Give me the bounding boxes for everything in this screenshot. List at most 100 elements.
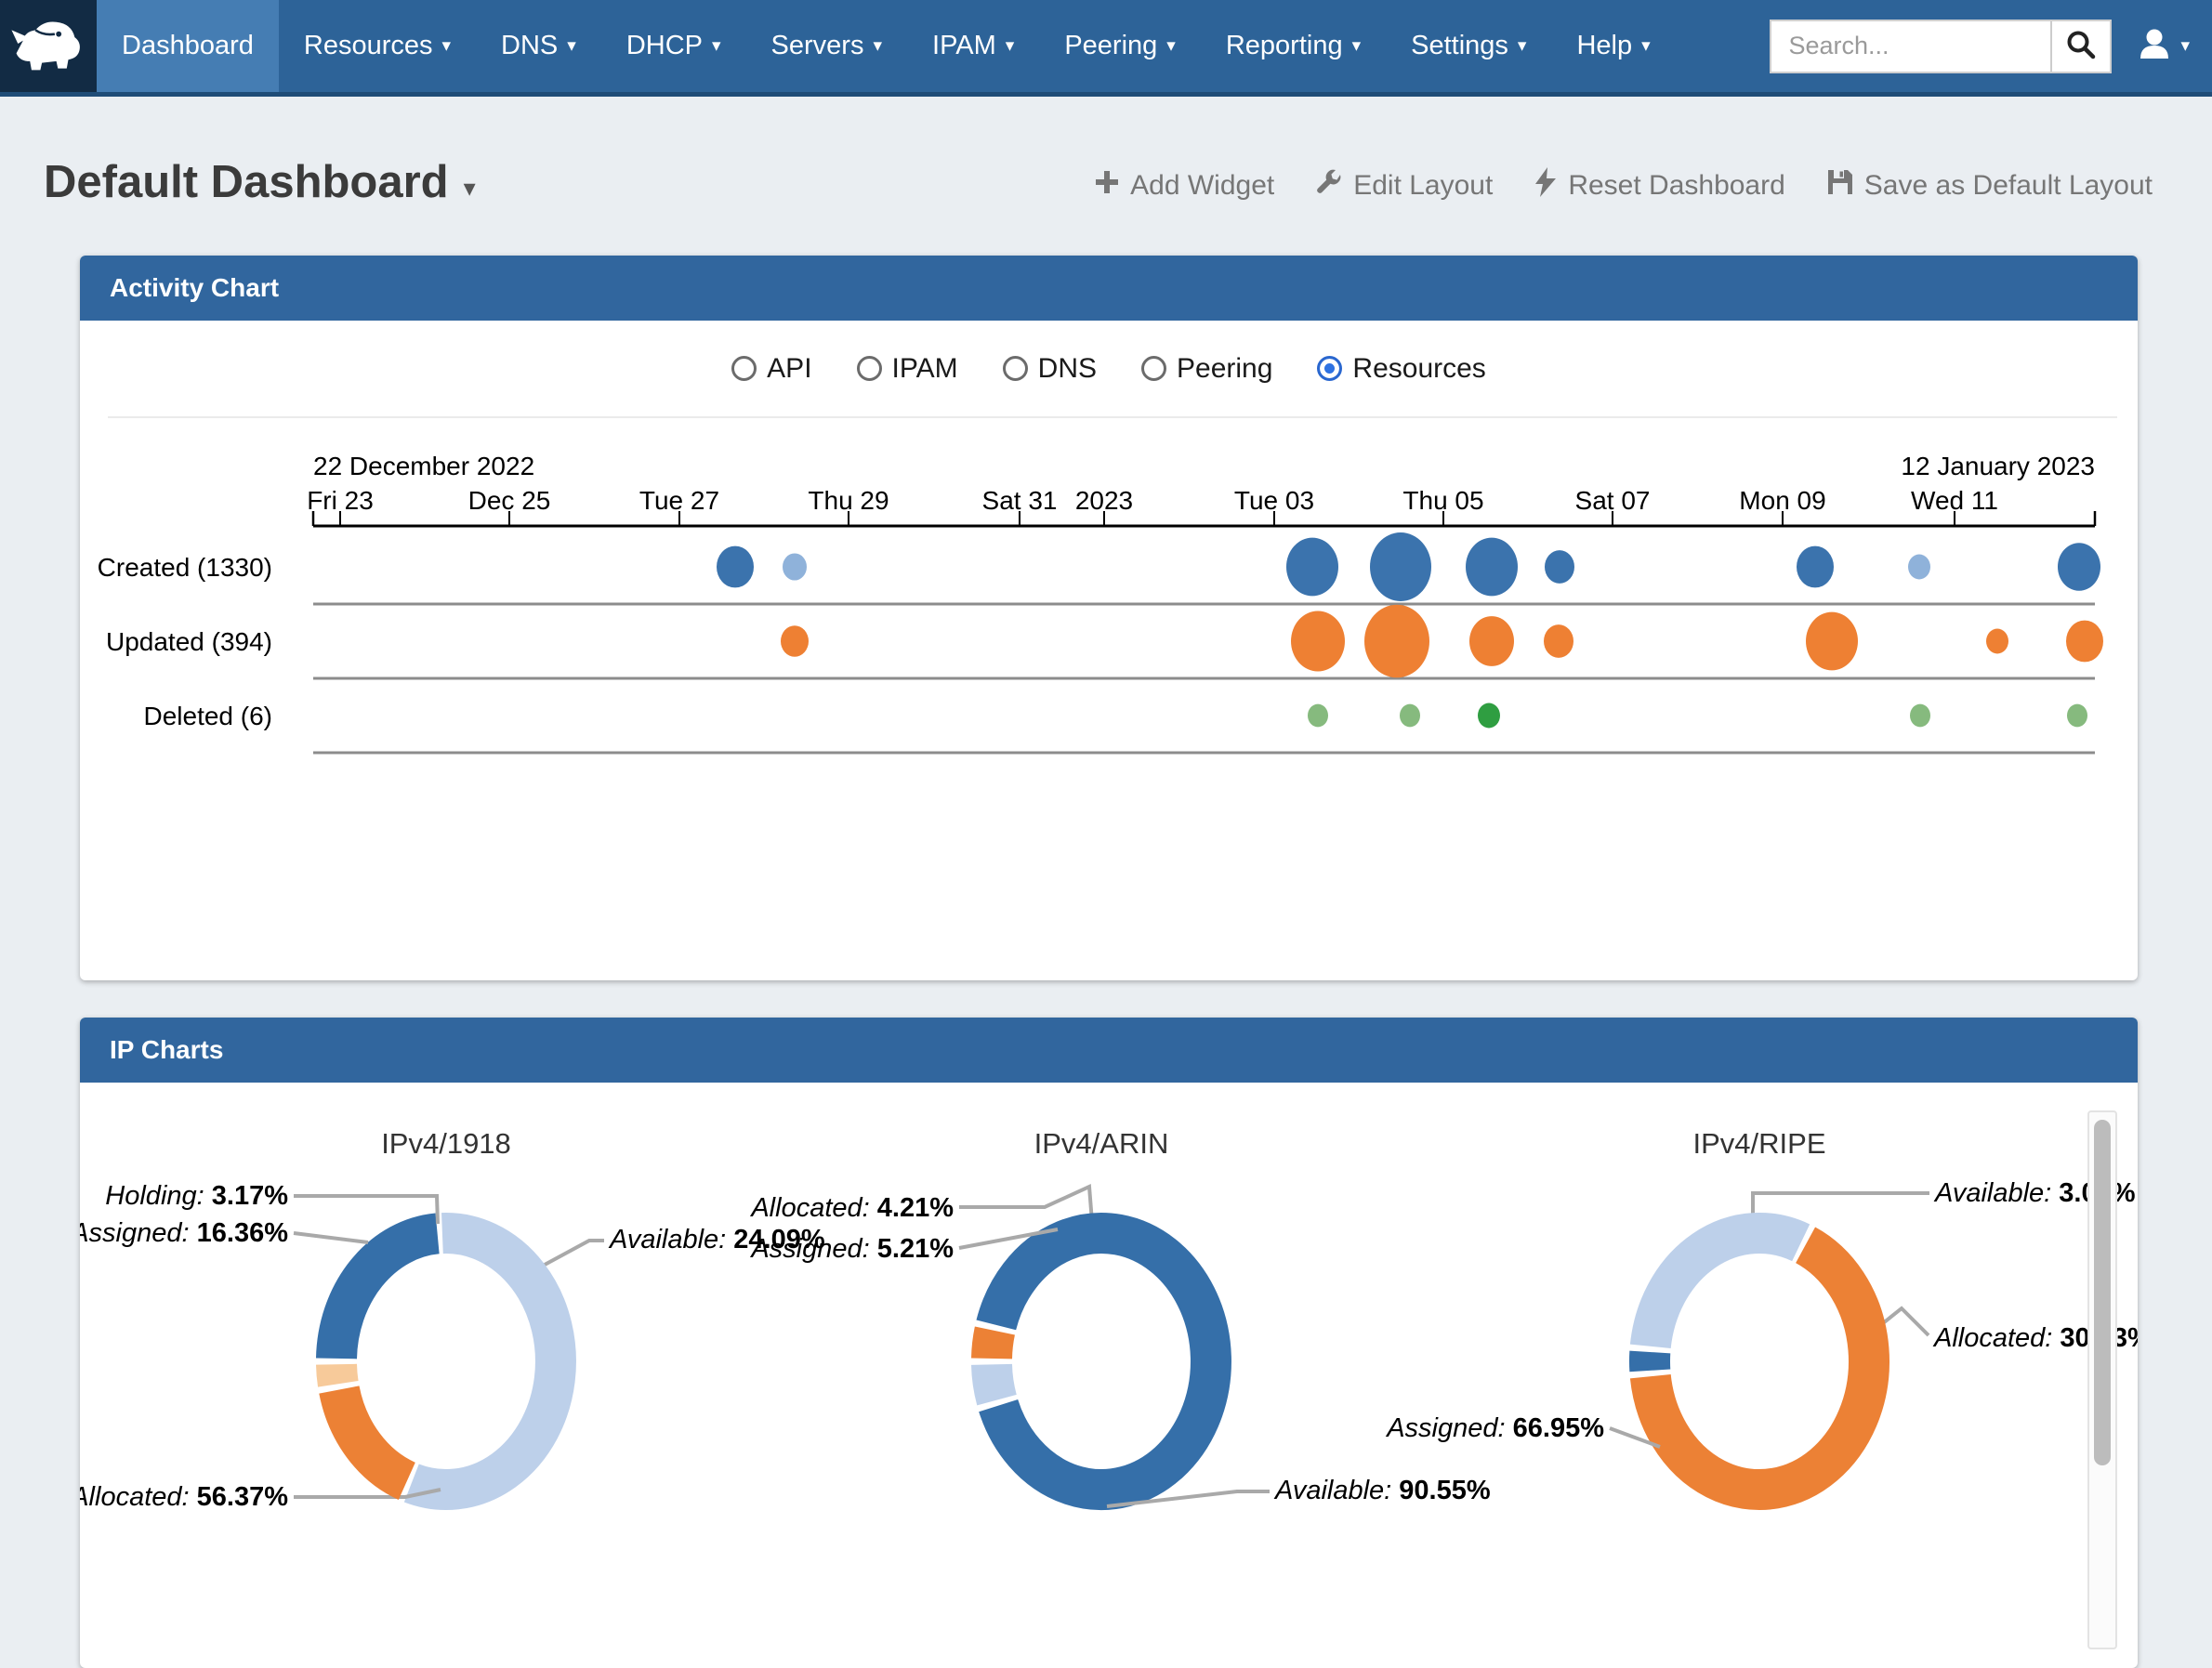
timeline-start-label: 22 December 2022: [313, 452, 534, 480]
callout-line: [545, 1241, 604, 1265]
donut-segment-assigned[interactable]: [339, 1390, 407, 1481]
axis-tick-label: Sat 07: [1575, 486, 1651, 515]
activity-timeline-chart: 22 December 202212 January 2023Fri 23Dec…: [80, 321, 2136, 980]
nav-item-label: Dashboard: [122, 31, 254, 61]
donut-label-allocated: Allocated: 56.37%: [80, 1482, 288, 1512]
row-label: Created (1330): [98, 553, 272, 582]
nav-item-help[interactable]: Help ▾: [1551, 0, 1675, 92]
toolbar-label: Add Widget: [1130, 170, 1274, 202]
app-logo[interactable]: [0, 0, 97, 92]
donut-segment-allocated[interactable]: [1651, 1233, 1801, 1346]
ip-charts-header[interactable]: IP Charts: [80, 1018, 2138, 1083]
nav-item-reporting[interactable]: Reporting ▾: [1201, 0, 1386, 92]
widget-title: Activity Chart: [110, 273, 279, 303]
dashboard-select-caret-icon[interactable]: ▾: [464, 163, 476, 203]
activity-bubble[interactable]: [1286, 538, 1338, 597]
activity-bubble[interactable]: [1291, 611, 1345, 672]
nav-item-label: DNS: [501, 31, 558, 61]
donut-segment-allocated[interactable]: [992, 1331, 994, 1359]
radio-label: IPAM: [892, 353, 958, 385]
activity-bubble[interactable]: [1400, 704, 1420, 728]
chevron-down-icon: ▾: [2180, 35, 2190, 57]
page-title: Default Dashboard: [44, 156, 449, 208]
activity-bubble[interactable]: [1986, 629, 2008, 654]
activity-chart-header[interactable]: Activity Chart: [80, 256, 2138, 321]
bolt-icon: [1534, 167, 1558, 204]
save-default-layout-button[interactable]: Save as Default Layout: [1826, 167, 2153, 204]
chevron-down-icon: ▾: [1641, 35, 1651, 57]
activity-chart-widget: Activity Chart API IPAM DNS Peering Reso…: [80, 256, 2138, 980]
donut-title: IPv4/1918: [381, 1127, 511, 1160]
radio-peering[interactable]: Peering: [1141, 353, 1272, 385]
activity-bubble[interactable]: [2066, 621, 2103, 663]
nav-item-dashboard[interactable]: Dashboard: [97, 0, 279, 92]
activity-bubble[interactable]: [1910, 704, 1930, 728]
search-input[interactable]: [1771, 21, 2050, 72]
activity-bubble[interactable]: [2058, 543, 2100, 591]
ip-charts-body: IPv4/1918Available: 24.09%Allocated: 56.…: [80, 1083, 2138, 1668]
timeline-end-label: 12 January 2023: [1901, 452, 2095, 480]
donut-segment-allocated[interactable]: [412, 1233, 556, 1490]
activity-bubble[interactable]: [1478, 703, 1500, 729]
chevron-down-icon: ▾: [567, 35, 576, 57]
nav-item-settings[interactable]: Settings ▾: [1386, 0, 1551, 92]
activity-bubble[interactable]: [1308, 704, 1328, 728]
nav-item-dhcp[interactable]: DHCP ▾: [601, 0, 746, 92]
nav-item-label: Help: [1576, 31, 1632, 61]
row-label: Updated (394): [106, 627, 272, 656]
nav-item-peering[interactable]: Peering ▾: [1039, 0, 1201, 92]
nav-item-label: DHCP: [626, 31, 703, 61]
save-icon: [1826, 168, 1854, 204]
nav-item-ipam[interactable]: IPAM ▾: [907, 0, 1039, 92]
donut-segment-holding[interactable]: [336, 1364, 338, 1384]
reset-dashboard-button[interactable]: Reset Dashboard: [1534, 167, 1784, 204]
axis-tick-label: Wed 11: [1911, 486, 1998, 515]
axis-tick-label: Sat 31: [982, 486, 1058, 515]
chevron-down-icon: ▾: [1518, 35, 1527, 57]
row-label: Deleted (6): [143, 702, 272, 730]
user-menu[interactable]: ▾: [2136, 25, 2190, 67]
scrollbar-thumb[interactable]: [2094, 1120, 2111, 1465]
radio-ipam[interactable]: IPAM: [857, 353, 958, 385]
chevron-down-icon: ▾: [1166, 35, 1176, 57]
activity-bubble[interactable]: [2067, 704, 2087, 728]
activity-bubble[interactable]: [1469, 616, 1514, 666]
dashboard-toolbar: Add Widget Edit Layout Reset Dashboard S…: [1094, 167, 2153, 204]
add-widget-button[interactable]: Add Widget: [1094, 167, 1274, 204]
donut-segment-available[interactable]: [336, 1233, 438, 1359]
toolbar-label: Save as Default Layout: [1864, 170, 2153, 202]
donut-label-holding: Holding: 3.17%: [105, 1181, 288, 1211]
donut-segment-assigned[interactable]: [992, 1364, 997, 1399]
search-box: [1770, 20, 2112, 73]
activity-bubble[interactable]: [1797, 546, 1834, 588]
activity-bubble[interactable]: [783, 553, 807, 580]
nav-item-servers[interactable]: Servers ▾: [746, 0, 907, 92]
nav-item-label: IPAM: [932, 31, 996, 61]
activity-bubble[interactable]: [1545, 550, 1574, 584]
widget-scrollbar[interactable]: [2087, 1110, 2117, 1649]
activity-bubble[interactable]: [1544, 624, 1573, 658]
activity-bubble[interactable]: [717, 546, 754, 588]
activity-bubble[interactable]: [1466, 538, 1518, 597]
donut-title: IPv4/RIPE: [1693, 1127, 1826, 1160]
radio-resources[interactable]: Resources: [1317, 353, 1485, 385]
page-title-row: Default Dashboard ▾: [44, 156, 476, 208]
activity-bubble[interactable]: [781, 625, 809, 657]
radio-api[interactable]: API: [731, 353, 811, 385]
nav-item-resources[interactable]: Resources ▾: [279, 0, 476, 92]
activity-bubble[interactable]: [1364, 605, 1429, 677]
activity-bubble[interactable]: [1370, 532, 1431, 601]
nav-item-label: Settings: [1411, 31, 1508, 61]
axis-tick-label: Dec 25: [468, 486, 551, 515]
donut-title: IPv4/ARIN: [1034, 1127, 1169, 1160]
activity-bubble[interactable]: [1908, 555, 1930, 580]
search-button[interactable]: [2050, 21, 2110, 72]
donut-segment-available[interactable]: [996, 1233, 1211, 1490]
nav-item-label: Reporting: [1226, 31, 1343, 61]
edit-layout-button[interactable]: Edit Layout: [1315, 167, 1493, 204]
radio-circle-icon: [1317, 356, 1342, 381]
nav-item-dns[interactable]: DNS ▾: [476, 0, 601, 92]
radio-dns[interactable]: DNS: [1003, 353, 1097, 385]
activity-bubble[interactable]: [1806, 612, 1858, 671]
donut-label-available: Available: 90.55%: [1273, 1476, 1491, 1505]
